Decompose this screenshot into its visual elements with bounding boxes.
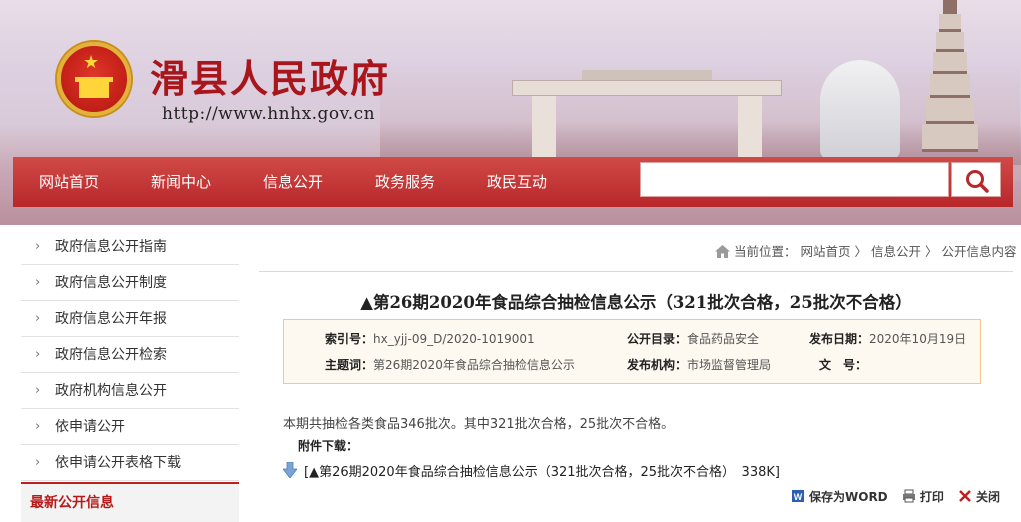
nav-item-interaction[interactable]: 政民互动 <box>487 157 547 207</box>
article-actions: W 保存为WORD 打印 关闭 <box>791 488 1010 505</box>
attachments-label: 附件下载： <box>298 439 359 453</box>
save-word-button[interactable]: W 保存为WORD <box>791 488 888 505</box>
catalog-value: 食品药品安全 <box>687 332 760 346</box>
svg-text:W: W <box>794 492 803 502</box>
breadcrumb-prefix: 当前位置： <box>734 244 797 259</box>
sidebar-item-on-request[interactable]: › 依申请公开 <box>21 409 239 445</box>
search-button[interactable] <box>951 162 1001 197</box>
date-label: 发布日期： <box>809 332 870 346</box>
search-input[interactable] <box>640 162 949 197</box>
chevron-right-icon: › <box>35 455 41 470</box>
sidebar-item-search[interactable]: › 政府信息公开检索 <box>21 337 239 373</box>
download-arrow-icon <box>283 462 297 478</box>
breadcrumb: 当前位置： 网站首页 〉 信息公开 〉 公开信息内容 <box>715 241 1017 261</box>
page: ★ 滑县人民政府 http://www.hnhx.gov.cn 网站首页 新闻中… <box>0 0 1021 522</box>
sidebar-item-label: 依申请公开 <box>55 419 125 435</box>
chevron-right-icon: › <box>35 311 41 326</box>
divider <box>259 271 1013 272</box>
nav-item-news[interactable]: 新闻中心 <box>151 157 211 207</box>
sidebar-item-forms[interactable]: › 依申请公开表格下载 <box>21 445 239 481</box>
sidebar-item-label: 政府信息公开年报 <box>55 311 167 327</box>
subject-value: 第26期2020年食品综合抽检信息公示 <box>373 358 575 372</box>
index-value: hx_yjj-09_D/2020-1019001 <box>373 332 535 346</box>
nav-item-gov-services[interactable]: 政务服务 <box>375 157 435 207</box>
sidebar-item-system[interactable]: › 政府信息公开制度 <box>21 265 239 301</box>
sidebar-item-annual-report[interactable]: › 政府信息公开年报 <box>21 301 239 337</box>
gate-landmark-image <box>512 70 782 160</box>
printer-icon <box>902 489 915 503</box>
close-label: 关闭 <box>976 490 1001 504</box>
chevron-right-icon: › <box>35 239 41 254</box>
org-value: 市场监督管理局 <box>687 358 772 372</box>
sidebar-item-label: 政府信息公开制度 <box>55 275 167 291</box>
sidebar-item-label: 政府信息公开检索 <box>55 347 167 363</box>
word-doc-icon: W <box>792 490 804 502</box>
subject-label: 主题词： <box>325 358 374 372</box>
breadcrumb-home[interactable]: 网站首页 <box>801 244 851 259</box>
sidebar-item-label: 政府机构信息公开 <box>55 383 167 399</box>
chevron-right-icon: › <box>35 347 41 362</box>
breadcrumb-current: 公开信息内容 <box>941 244 1017 259</box>
national-emblem-icon: ★ <box>57 42 131 116</box>
sidebar: › 政府信息公开指南 › 政府信息公开制度 › 政府信息公开年报 › 政府信息公开检索 … <box>21 229 239 481</box>
close-icon <box>959 490 971 502</box>
home-icon <box>715 245 730 258</box>
statue-image <box>820 60 900 160</box>
pagoda-image <box>916 0 984 165</box>
article-title: ▲第26期2020年食品综合抽检信息公示（321批次合格，25批次不合格） <box>360 293 912 312</box>
print-label: 打印 <box>919 490 944 504</box>
save-word-label: 保存为WORD <box>809 490 888 504</box>
latest-info-title: 最新公开信息 <box>30 495 114 511</box>
attachment-link[interactable]: [▲第26期2020年食品综合抽检信息公示（321批次合格，25批次不合格） 3… <box>304 461 780 480</box>
org-label: 发布机构： <box>627 358 688 372</box>
site-url: http://www.hnhx.gov.cn <box>162 104 376 124</box>
article-summary: 本期共抽检各类食品346批次。其中321批次合格，25批次不合格。 <box>283 417 675 432</box>
nav-item-home[interactable]: 网站首页 <box>39 157 99 207</box>
catalog-label: 公开目录： <box>627 332 688 346</box>
chevron-right-icon: › <box>35 383 41 398</box>
index-label: 索引号： <box>325 332 374 346</box>
print-button[interactable]: 打印 <box>902 488 944 505</box>
sidebar-item-label: 依申请公开表格下载 <box>55 455 181 471</box>
breadcrumb-separator: 〉 <box>925 244 938 259</box>
search-icon <box>966 170 989 193</box>
metadata-box: 索引号：hx_yjj-09_D/2020-1019001 公开目录：食品药品安全… <box>283 319 981 384</box>
nav-item-info-disclosure[interactable]: 信息公开 <box>263 157 323 207</box>
date-value: 2020年10月19日 <box>869 332 967 346</box>
chevron-right-icon: › <box>35 419 41 434</box>
chevron-right-icon: › <box>35 275 41 290</box>
breadcrumb-separator: 〉 <box>854 244 868 259</box>
sidebar-item-label: 政府信息公开指南 <box>55 239 167 255</box>
latest-info-heading: 最新公开信息 <box>21 482 239 522</box>
sidebar-item-guide[interactable]: › 政府信息公开指南 <box>21 229 239 265</box>
breadcrumb-info[interactable]: 信息公开 <box>871 244 921 259</box>
close-button[interactable]: 关闭 <box>958 488 1000 505</box>
site-title[interactable]: 滑县人民政府 <box>150 48 390 103</box>
docno-label: 文 号： <box>819 358 868 372</box>
sidebar-item-agency[interactable]: › 政府机构信息公开 <box>21 373 239 409</box>
